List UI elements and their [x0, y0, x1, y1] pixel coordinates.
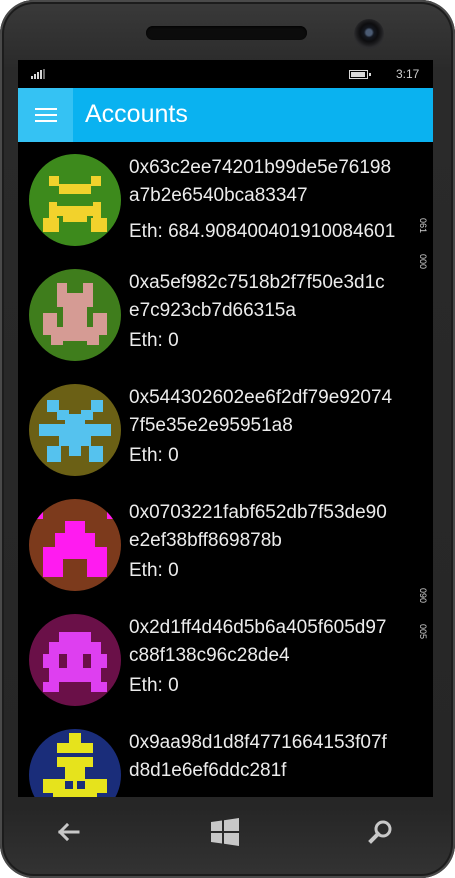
account-item[interactable]: 0x2d1ff4d46d5b6a405f605d97 c88f138c96c28… — [18, 602, 433, 717]
identicon-avatar — [29, 154, 121, 246]
account-item[interactable]: 0x544302602ee6f2df79e92074 7f5e35e2e9595… — [18, 372, 433, 487]
phone-speaker — [146, 26, 307, 40]
status-time: 3:17 — [396, 67, 420, 81]
side-mark: 005 — [418, 624, 428, 640]
identicon-avatar — [29, 269, 121, 361]
account-address: 0xa5ef982c7518b2f7f50e3d1c e7c923cb7d663… — [129, 269, 429, 325]
windows-logo-icon[interactable] — [208, 815, 242, 849]
search-icon[interactable] — [364, 815, 398, 849]
phone-frame: 3:17 Accounts 0x63c2ee74201b99de5e76198 … — [0, 0, 455, 878]
account-address: 0x9aa98d1d8f4771664153f07f d8d1e6ef6ddc2… — [129, 729, 429, 785]
account-balance: Eth: 0 — [129, 560, 179, 581]
address-line-2: e2ef38bff869878b — [129, 530, 282, 551]
address-line-1: 0x544302602ee6f2df79e92074 — [129, 387, 393, 408]
address-line-1: 0x2d1ff4d46d5b6a405f605d97 — [129, 617, 387, 638]
address-line-2: 7f5e35e2e95951a8 — [129, 415, 293, 436]
identicon-avatar — [29, 729, 121, 797]
accounts-list[interactable]: 0x63c2ee74201b99de5e76198 a7b2e6540bca83… — [18, 142, 433, 797]
hardware-nav-bar — [18, 797, 433, 867]
address-line-2: a7b2e6540bca83347 — [129, 185, 308, 206]
back-arrow-icon[interactable] — [52, 815, 86, 849]
screen: 3:17 Accounts 0x63c2ee74201b99de5e76198 … — [18, 60, 433, 797]
address-line-2: d8d1e6ef6ddc281f — [129, 760, 287, 781]
address-line-1: 0x63c2ee74201b99de5e76198 — [129, 157, 392, 178]
page-title: Accounts — [85, 100, 188, 128]
account-item[interactable]: 0x9aa98d1d8f4771664153f07f d8d1e6ef6ddc2… — [18, 717, 433, 797]
account-address: 0x0703221fabf652db7f53de90 e2ef38bff8698… — [129, 499, 429, 555]
account-item[interactable]: 0x0703221fabf652db7f53de90 e2ef38bff8698… — [18, 487, 433, 602]
account-item[interactable]: 0x63c2ee74201b99de5e76198 a7b2e6540bca83… — [18, 142, 433, 257]
address-line-1: 0xa5ef982c7518b2f7f50e3d1c — [129, 272, 385, 293]
address-line-2: c88f138c96c28de4 — [129, 645, 290, 666]
identicon-avatar — [29, 614, 121, 706]
account-item[interactable]: 0xa5ef982c7518b2f7f50e3d1c e7c923cb7d663… — [18, 257, 433, 372]
side-mark: 090 — [418, 588, 428, 604]
account-address: 0x544302602ee6f2df79e92074 7f5e35e2e9595… — [129, 384, 429, 440]
address-line-2: e7c923cb7d66315a — [129, 300, 296, 321]
address-line-1: 0x0703221fabf652db7f53de90 — [129, 502, 387, 523]
account-balance: Eth: 0 — [129, 675, 179, 696]
account-address: 0x2d1ff4d46d5b6a405f605d97 c88f138c96c28… — [129, 614, 429, 670]
account-balance: Eth: 0 — [129, 445, 179, 466]
identicon-avatar — [29, 384, 121, 476]
app-bar: Accounts — [18, 88, 433, 142]
side-mark: 000 — [418, 254, 428, 270]
camera-icon — [354, 19, 384, 49]
battery-icon — [349, 70, 371, 79]
account-address: 0x63c2ee74201b99de5e76198 a7b2e6540bca83… — [129, 154, 429, 210]
account-balance: Eth: 684.908400401910084601 — [129, 221, 396, 242]
account-balance: Eth: 0 — [129, 330, 179, 351]
identicon-avatar — [29, 499, 121, 591]
signal-bars-icon — [31, 69, 47, 79]
side-mark: 061 — [418, 218, 428, 234]
hamburger-menu-icon[interactable] — [18, 88, 73, 142]
status-bar: 3:17 — [18, 60, 433, 88]
address-line-1: 0x9aa98d1d8f4771664153f07f — [129, 732, 387, 753]
